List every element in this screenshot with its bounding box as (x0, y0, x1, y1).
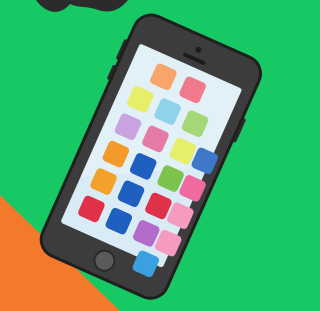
illustration-scene (0, 0, 272, 311)
smartphone-illustration (0, 0, 272, 311)
